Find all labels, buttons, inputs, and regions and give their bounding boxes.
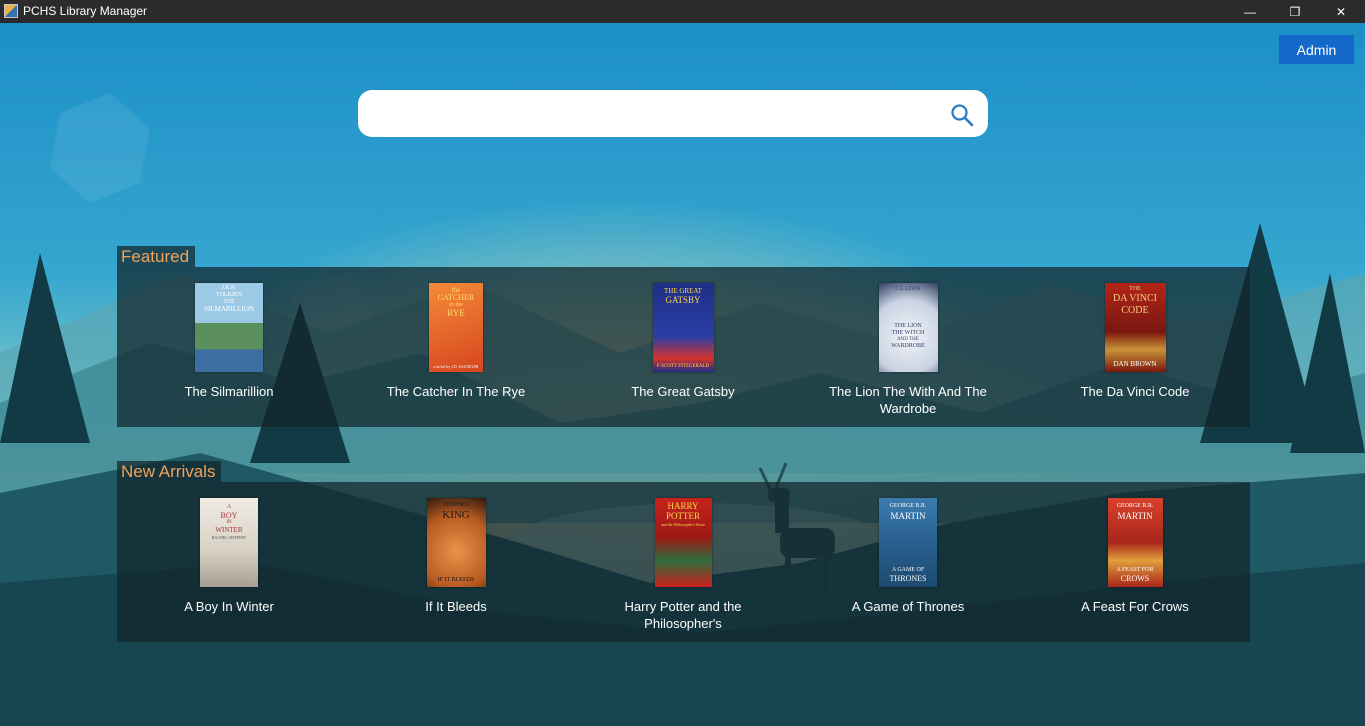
window-title: PCHS Library Manager: [23, 4, 148, 18]
book-title[interactable]: If It Bleeds: [371, 598, 541, 615]
book-cover[interactable]: J.R.R. TOLKIEN THE SILMARILLION: [195, 283, 263, 372]
minimize-icon: —: [1244, 4, 1256, 19]
book-title[interactable]: A Feast For Crows: [1050, 598, 1220, 615]
book-card[interactable]: HARRY POTTER and the Philosopher's Stone…: [598, 498, 768, 632]
search-input[interactable]: [374, 98, 938, 131]
book-cover[interactable]: the CATCHER in the RYE a novel by J.D. S…: [429, 283, 483, 372]
book-cover[interactable]: HARRY POTTER and the Philosopher's Stone: [654, 498, 712, 587]
book-card[interactable]: GEORGE R.R. MARTIN A FEAST FOR CROWS A F…: [1050, 498, 1220, 615]
featured-section-label: Featured: [117, 246, 196, 267]
book-cover[interactable]: THE DA VINCI CODE DAN BROWN: [1104, 283, 1166, 372]
book-title[interactable]: The Catcher In The Rye: [371, 383, 541, 400]
book-card[interactable]: A BOY IN WINTER RACHEL SEIFFERT A Boy In…: [144, 498, 314, 615]
search-box[interactable]: [358, 90, 988, 137]
book-card[interactable]: the CATCHER in the RYE a novel by J.D. S…: [371, 283, 541, 400]
book-title[interactable]: The Da Vinci Code: [1050, 383, 1220, 400]
close-button[interactable]: ✕: [1318, 0, 1364, 23]
app-icon: [4, 4, 18, 18]
book-cover[interactable]: GEORGE R.R. MARTIN A GAME OF THRONES: [879, 498, 937, 587]
book-card[interactable]: THE GREAT GATSBY F·SCOTT FITZGERALD The …: [598, 283, 768, 400]
book-title[interactable]: The Great Gatsby: [598, 383, 768, 400]
admin-button[interactable]: Admin: [1279, 35, 1354, 64]
book-card[interactable]: THE DA VINCI CODE DAN BROWN The Da Vinci…: [1050, 283, 1220, 400]
close-icon: ✕: [1335, 4, 1347, 19]
book-title[interactable]: A Game of Thrones: [823, 598, 993, 615]
restore-button[interactable]: ❐: [1272, 0, 1318, 23]
book-title[interactable]: The Lion The With And The Wardrobe: [823, 383, 993, 417]
new-arrivals-section-label: New Arrivals: [117, 461, 222, 482]
book-card[interactable]: STEPHEN KING IF IT BLEEDS If It Bleeds: [371, 498, 541, 615]
book-cover[interactable]: GEORGE R.R. MARTIN A FEAST FOR CROWS: [1107, 498, 1163, 587]
book-title[interactable]: Harry Potter and the Philosopher's: [598, 598, 768, 632]
book-cover[interactable]: C.S. LEWIS THE LION THE WITCH AND THE WA…: [878, 283, 938, 372]
book-title[interactable]: A Boy In Winter: [144, 598, 314, 615]
search-icon[interactable]: [950, 103, 974, 127]
book-cover[interactable]: STEPHEN KING IF IT BLEEDS: [426, 498, 486, 587]
book-card[interactable]: C.S. LEWIS THE LION THE WITCH AND THE WA…: [823, 283, 993, 417]
book-cover[interactable]: A BOY IN WINTER RACHEL SEIFFERT: [200, 498, 258, 587]
book-card[interactable]: J.R.R. TOLKIEN THE SILMARILLION The Silm…: [144, 283, 314, 400]
book-cover[interactable]: THE GREAT GATSBY F·SCOTT FITZGERALD: [652, 283, 714, 372]
book-card[interactable]: GEORGE R.R. MARTIN A GAME OF THRONES A G…: [823, 498, 993, 615]
restore-icon: ❐: [1289, 4, 1301, 19]
book-title[interactable]: The Silmarillion: [144, 383, 314, 400]
featured-panel: J.R.R. TOLKIEN THE SILMARILLION The Silm…: [117, 267, 1250, 427]
title-bar: PCHS Library Manager — ❐ ✕: [0, 0, 1365, 23]
new-arrivals-panel: A BOY IN WINTER RACHEL SEIFFERT A Boy In…: [117, 482, 1250, 642]
minimize-button[interactable]: —: [1227, 0, 1273, 23]
